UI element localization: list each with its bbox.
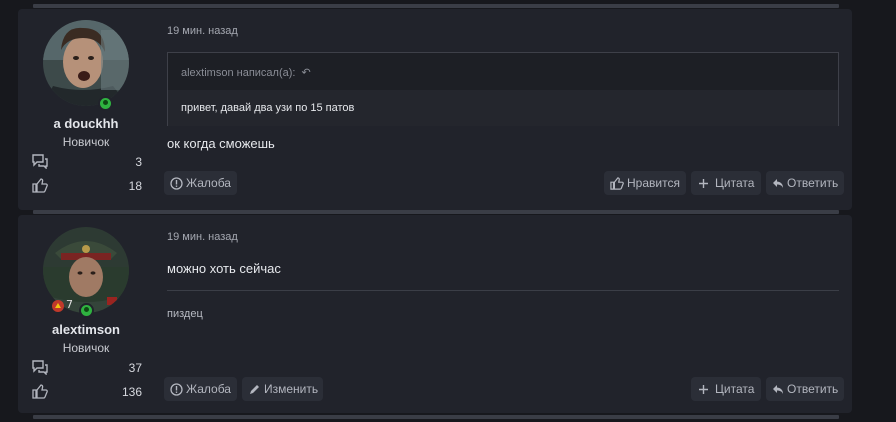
thumbs-up-icon: [32, 384, 48, 399]
edit-button[interactable]: Изменить: [242, 377, 324, 401]
messages-stat: 3: [32, 154, 142, 170]
reply-button[interactable]: Ответить: [766, 171, 845, 195]
report-button[interactable]: Жалоба: [164, 377, 237, 401]
svg-text:7: 7: [66, 298, 73, 311]
post-message: ок когда сможешь: [167, 136, 275, 151]
post-message: можно хоть сейчас: [167, 261, 281, 276]
user-title: Новичок: [62, 135, 110, 149]
reply-icon: [773, 384, 783, 394]
report-icon: [170, 176, 183, 190]
reply-label: Ответить: [787, 382, 839, 396]
post-separator: [33, 210, 839, 214]
reactions-stat: 136: [32, 384, 142, 400]
messages-icon: [32, 360, 48, 375]
edit-label: Изменить: [264, 382, 319, 396]
quote-label: Цитата: [715, 382, 755, 396]
like-button[interactable]: Нравится: [604, 171, 686, 195]
username[interactable]: a douckhh: [18, 116, 154, 131]
reactions-count: 18: [128, 179, 142, 193]
quote-author[interactable]: alextimson написал(а):: [181, 67, 295, 79]
messages-stat: 37: [32, 360, 142, 376]
report-label: Жалоба: [186, 176, 231, 190]
online-status-icon: [98, 96, 113, 111]
plus-icon: [699, 178, 708, 188]
reply-label: Ответить: [787, 176, 839, 190]
quote-block: alextimson написал(а): ↶ привет, давай дв…: [167, 52, 839, 126]
post-time[interactable]: 19 мин. назад: [167, 231, 238, 243]
messages-icon: [32, 154, 48, 169]
messages-count: 37: [128, 361, 142, 375]
user-title: Новичок: [62, 341, 110, 355]
plus-icon: [699, 384, 708, 394]
report-icon: [170, 382, 183, 396]
user-badge-icon: [51, 299, 65, 318]
post-time[interactable]: 19 мин. назад: [167, 25, 238, 37]
quote-text: привет, давай два узи по 15 патов: [168, 90, 838, 126]
quote-label: Цитата: [715, 176, 755, 190]
reply-icon: [773, 178, 783, 188]
user-badge-icon: 7: [65, 297, 75, 316]
post: a douckhh Новичок 3 18 19 мин. назад ale…: [18, 9, 852, 210]
report-button[interactable]: Жалоба: [164, 171, 237, 195]
username[interactable]: alextimson: [18, 322, 154, 337]
post: 7 alextimson Новичок 37 136 19 мин. наза…: [18, 215, 852, 413]
post-separator: [33, 415, 839, 419]
pencil-icon: [250, 384, 259, 394]
quote-button[interactable]: Цитата: [691, 377, 762, 401]
reply-button[interactable]: Ответить: [766, 377, 845, 401]
go-to-quote-icon[interactable]: ↶: [301, 67, 310, 79]
signature: пиздец: [167, 308, 203, 320]
thumbs-up-icon: [610, 176, 624, 190]
quote-header[interactable]: alextimson написал(а): ↶: [168, 53, 838, 90]
post-separator: [33, 4, 839, 8]
quote-button[interactable]: Цитата: [691, 171, 762, 195]
report-label: Жалоба: [186, 382, 231, 396]
like-label: Нравится: [627, 176, 680, 190]
messages-count: 3: [135, 155, 142, 169]
avatar[interactable]: [43, 20, 129, 106]
thumbs-up-icon: [32, 178, 48, 193]
online-status-icon: [79, 303, 94, 318]
reactions-count: 136: [121, 385, 142, 399]
reactions-stat: 18: [32, 178, 142, 194]
signature-divider: [167, 290, 839, 291]
